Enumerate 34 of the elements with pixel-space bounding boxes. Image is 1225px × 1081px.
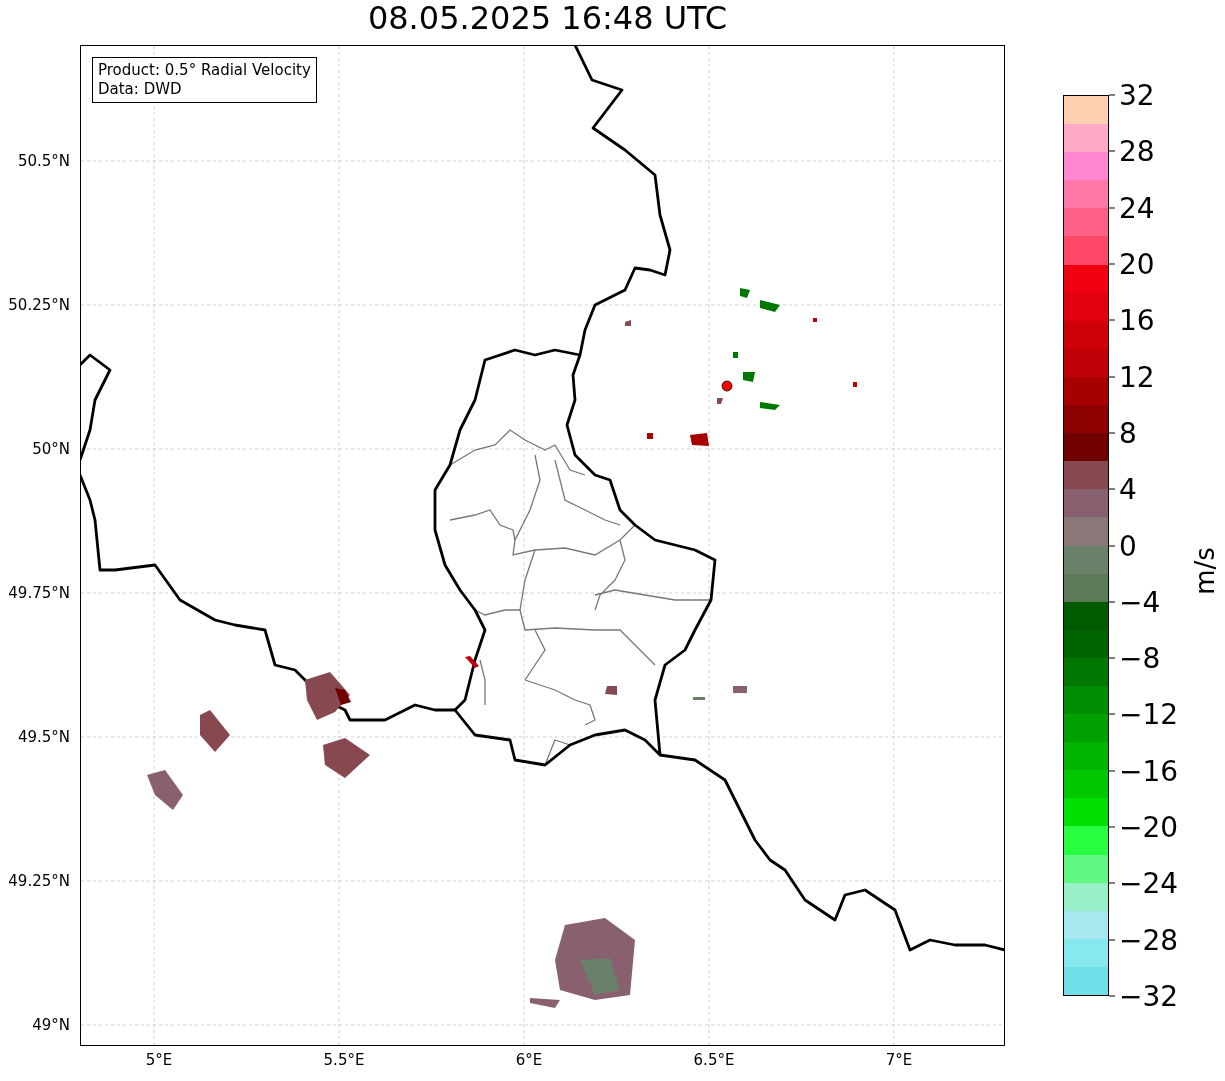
colorbar-tick-label: −8 xyxy=(1119,641,1161,675)
legend-text: Data: DWD xyxy=(98,80,183,99)
colorbar-tick-label: 4 xyxy=(1119,472,1137,506)
chart-title: 08.05.2025 16:48 UTC xyxy=(366,0,729,39)
longitude-label: 6.5°E xyxy=(693,1051,735,1069)
colorbar-tick-label: −24 xyxy=(1119,866,1179,900)
latitude-label: 49.5°N xyxy=(17,728,70,746)
colorbar-tick-label: −4 xyxy=(1119,585,1161,619)
latitude-label: 50.25°N xyxy=(8,296,70,314)
colorbar-tick-label: 8 xyxy=(1119,416,1137,450)
colorbar-tick-label: 0 xyxy=(1119,529,1137,562)
longitude-label: 6°E xyxy=(515,1051,543,1069)
colorbar-unit-label: m/s xyxy=(1190,546,1220,595)
colorbar-tick-label: 28 xyxy=(1119,134,1155,168)
colorbar-tick-label: 24 xyxy=(1119,191,1155,225)
latitude-label: 50°N xyxy=(32,440,70,458)
legend-text: Product: 0.5° Radial Velocity xyxy=(98,61,311,80)
longitude-label: 5.5°E xyxy=(323,1051,365,1069)
colorbar-tick-label: −12 xyxy=(1119,697,1179,731)
latitude-label: 49°N xyxy=(32,1016,70,1034)
longitude-label: 7°E xyxy=(885,1051,913,1069)
colorbar-tick-label: −28 xyxy=(1119,923,1179,957)
colorbar-tick-label: −16 xyxy=(1119,754,1179,788)
colorbar-tick-label: −20 xyxy=(1119,810,1179,844)
latitude-label: 49.75°N xyxy=(8,584,70,602)
colorbar-tick-label: 32 xyxy=(1119,78,1155,112)
colorbar-tick-label: 16 xyxy=(1119,303,1155,337)
colorbar-tick-label: 12 xyxy=(1119,360,1155,394)
longitude-label: 5°E xyxy=(145,1051,173,1069)
latitude-label: 49.25°N xyxy=(8,872,70,890)
latitude-label: 50.5°N xyxy=(17,152,70,170)
colorbar-tick-label: 20 xyxy=(1119,247,1155,281)
colorbar-tick-label: −32 xyxy=(1119,979,1179,1013)
radar-site-marker xyxy=(721,380,733,392)
